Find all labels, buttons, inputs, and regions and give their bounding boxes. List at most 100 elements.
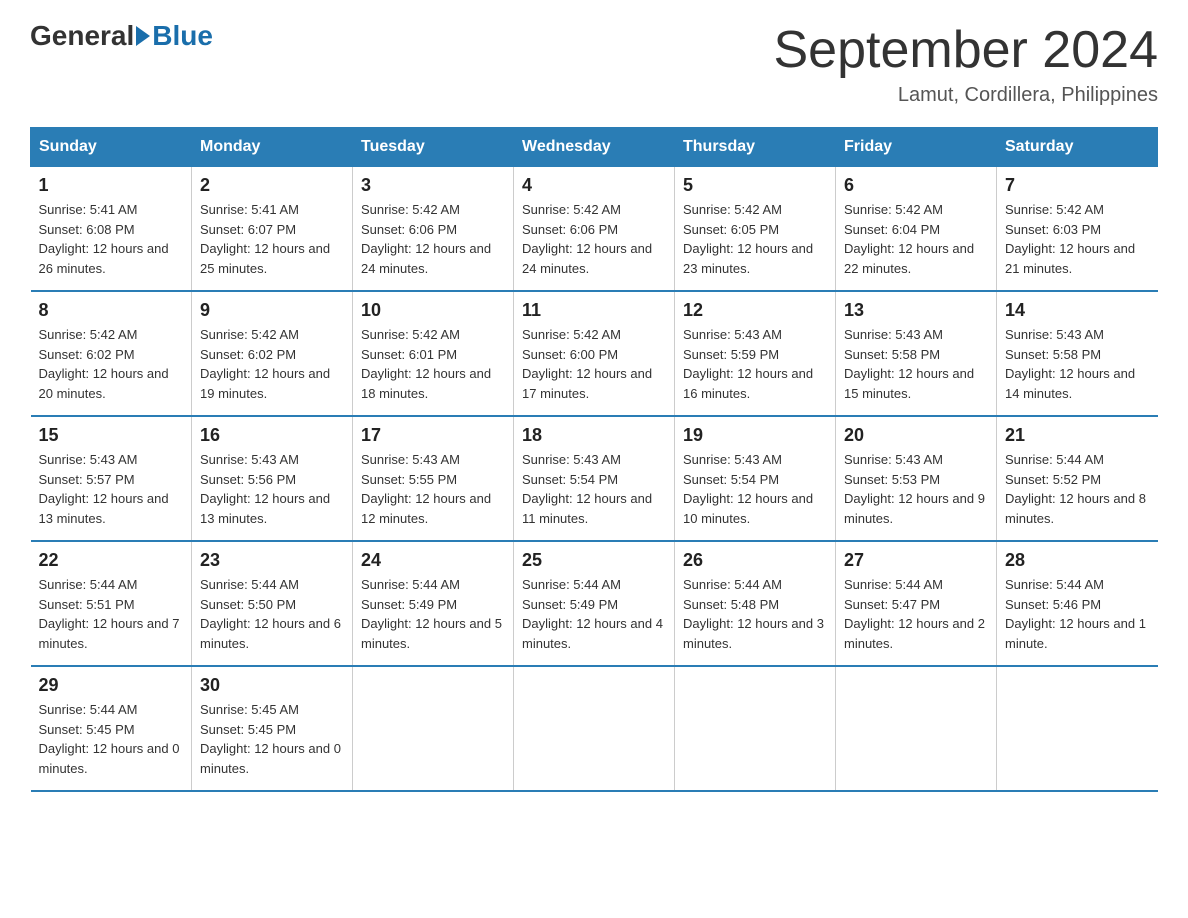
logo-arrow-icon [136, 26, 150, 46]
calendar-cell: 27 Sunrise: 5:44 AMSunset: 5:47 PMDaylig… [836, 541, 997, 666]
day-info: Sunrise: 5:44 AMSunset: 5:49 PMDaylight:… [361, 575, 505, 653]
day-number: 6 [844, 175, 988, 196]
calendar-cell: 9 Sunrise: 5:42 AMSunset: 6:02 PMDayligh… [192, 291, 353, 416]
logo: General Blue [30, 20, 213, 52]
calendar-cell [353, 666, 514, 791]
calendar-cell: 17 Sunrise: 5:43 AMSunset: 5:55 PMDaylig… [353, 416, 514, 541]
header-sunday: Sunday [31, 128, 192, 167]
logo-blue-text: Blue [152, 20, 213, 52]
day-info: Sunrise: 5:41 AMSunset: 6:08 PMDaylight:… [39, 200, 184, 278]
day-info: Sunrise: 5:41 AMSunset: 6:07 PMDaylight:… [200, 200, 344, 278]
week-row-3: 15 Sunrise: 5:43 AMSunset: 5:57 PMDaylig… [31, 416, 1158, 541]
header-row: Sunday Monday Tuesday Wednesday Thursday… [31, 128, 1158, 167]
calendar-cell [675, 666, 836, 791]
calendar-cell: 7 Sunrise: 5:42 AMSunset: 6:03 PMDayligh… [997, 167, 1158, 292]
calendar-cell: 13 Sunrise: 5:43 AMSunset: 5:58 PMDaylig… [836, 291, 997, 416]
calendar-cell [514, 666, 675, 791]
day-info: Sunrise: 5:42 AMSunset: 6:06 PMDaylight:… [522, 200, 666, 278]
calendar-cell [836, 666, 997, 791]
day-number: 12 [683, 300, 827, 321]
week-row-1: 1 Sunrise: 5:41 AMSunset: 6:08 PMDayligh… [31, 167, 1158, 292]
calendar-cell: 21 Sunrise: 5:44 AMSunset: 5:52 PMDaylig… [997, 416, 1158, 541]
day-number: 2 [200, 175, 344, 196]
calendar-cell: 30 Sunrise: 5:45 AMSunset: 5:45 PMDaylig… [192, 666, 353, 791]
day-info: Sunrise: 5:44 AMSunset: 5:48 PMDaylight:… [683, 575, 827, 653]
day-number: 24 [361, 550, 505, 571]
calendar-cell: 8 Sunrise: 5:42 AMSunset: 6:02 PMDayligh… [31, 291, 192, 416]
calendar-cell: 26 Sunrise: 5:44 AMSunset: 5:48 PMDaylig… [675, 541, 836, 666]
day-number: 4 [522, 175, 666, 196]
day-info: Sunrise: 5:42 AMSunset: 6:03 PMDaylight:… [1005, 200, 1150, 278]
day-number: 18 [522, 425, 666, 446]
calendar-cell: 25 Sunrise: 5:44 AMSunset: 5:49 PMDaylig… [514, 541, 675, 666]
day-number: 9 [200, 300, 344, 321]
day-info: Sunrise: 5:43 AMSunset: 5:55 PMDaylight:… [361, 450, 505, 528]
day-info: Sunrise: 5:44 AMSunset: 5:47 PMDaylight:… [844, 575, 988, 653]
calendar-cell: 6 Sunrise: 5:42 AMSunset: 6:04 PMDayligh… [836, 167, 997, 292]
day-info: Sunrise: 5:43 AMSunset: 5:57 PMDaylight:… [39, 450, 184, 528]
header-wednesday: Wednesday [514, 128, 675, 167]
logo-general-text: General [30, 20, 134, 52]
day-number: 22 [39, 550, 184, 571]
calendar-cell: 20 Sunrise: 5:43 AMSunset: 5:53 PMDaylig… [836, 416, 997, 541]
day-info: Sunrise: 5:44 AMSunset: 5:50 PMDaylight:… [200, 575, 344, 653]
calendar-cell: 1 Sunrise: 5:41 AMSunset: 6:08 PMDayligh… [31, 167, 192, 292]
day-info: Sunrise: 5:43 AMSunset: 5:58 PMDaylight:… [844, 325, 988, 403]
week-row-5: 29 Sunrise: 5:44 AMSunset: 5:45 PMDaylig… [31, 666, 1158, 791]
header-friday: Friday [836, 128, 997, 167]
day-number: 21 [1005, 425, 1150, 446]
day-info: Sunrise: 5:42 AMSunset: 6:02 PMDaylight:… [200, 325, 344, 403]
calendar-cell: 23 Sunrise: 5:44 AMSunset: 5:50 PMDaylig… [192, 541, 353, 666]
header-saturday: Saturday [997, 128, 1158, 167]
day-info: Sunrise: 5:44 AMSunset: 5:45 PMDaylight:… [39, 700, 184, 778]
calendar-cell [997, 666, 1158, 791]
day-info: Sunrise: 5:44 AMSunset: 5:52 PMDaylight:… [1005, 450, 1150, 528]
calendar-cell: 29 Sunrise: 5:44 AMSunset: 5:45 PMDaylig… [31, 666, 192, 791]
day-number: 11 [522, 300, 666, 321]
calendar-cell: 24 Sunrise: 5:44 AMSunset: 5:49 PMDaylig… [353, 541, 514, 666]
day-info: Sunrise: 5:42 AMSunset: 6:04 PMDaylight:… [844, 200, 988, 278]
calendar-table: Sunday Monday Tuesday Wednesday Thursday… [30, 127, 1158, 792]
location: Lamut, Cordillera, Philippines [774, 84, 1159, 107]
calendar-cell: 2 Sunrise: 5:41 AMSunset: 6:07 PMDayligh… [192, 167, 353, 292]
header-tuesday: Tuesday [353, 128, 514, 167]
calendar-cell: 10 Sunrise: 5:42 AMSunset: 6:01 PMDaylig… [353, 291, 514, 416]
logo-text: General Blue [30, 20, 213, 52]
day-number: 7 [1005, 175, 1150, 196]
day-number: 26 [683, 550, 827, 571]
day-number: 15 [39, 425, 184, 446]
day-info: Sunrise: 5:42 AMSunset: 6:02 PMDaylight:… [39, 325, 184, 403]
week-row-2: 8 Sunrise: 5:42 AMSunset: 6:02 PMDayligh… [31, 291, 1158, 416]
day-info: Sunrise: 5:43 AMSunset: 5:58 PMDaylight:… [1005, 325, 1150, 403]
calendar-cell: 28 Sunrise: 5:44 AMSunset: 5:46 PMDaylig… [997, 541, 1158, 666]
calendar-cell: 5 Sunrise: 5:42 AMSunset: 6:05 PMDayligh… [675, 167, 836, 292]
day-number: 27 [844, 550, 988, 571]
month-title: September 2024 [774, 20, 1159, 80]
day-info: Sunrise: 5:44 AMSunset: 5:46 PMDaylight:… [1005, 575, 1150, 653]
day-number: 28 [1005, 550, 1150, 571]
day-info: Sunrise: 5:43 AMSunset: 5:59 PMDaylight:… [683, 325, 827, 403]
calendar-cell: 15 Sunrise: 5:43 AMSunset: 5:57 PMDaylig… [31, 416, 192, 541]
day-number: 19 [683, 425, 827, 446]
day-number: 30 [200, 675, 344, 696]
day-info: Sunrise: 5:45 AMSunset: 5:45 PMDaylight:… [200, 700, 344, 778]
calendar-cell: 4 Sunrise: 5:42 AMSunset: 6:06 PMDayligh… [514, 167, 675, 292]
day-number: 17 [361, 425, 505, 446]
day-number: 10 [361, 300, 505, 321]
day-number: 16 [200, 425, 344, 446]
day-number: 20 [844, 425, 988, 446]
header-monday: Monday [192, 128, 353, 167]
day-info: Sunrise: 5:42 AMSunset: 6:05 PMDaylight:… [683, 200, 827, 278]
day-info: Sunrise: 5:44 AMSunset: 5:51 PMDaylight:… [39, 575, 184, 653]
day-info: Sunrise: 5:44 AMSunset: 5:49 PMDaylight:… [522, 575, 666, 653]
day-number: 29 [39, 675, 184, 696]
title-section: September 2024 Lamut, Cordillera, Philip… [774, 20, 1159, 107]
day-number: 13 [844, 300, 988, 321]
calendar-cell: 14 Sunrise: 5:43 AMSunset: 5:58 PMDaylig… [997, 291, 1158, 416]
day-info: Sunrise: 5:43 AMSunset: 5:54 PMDaylight:… [522, 450, 666, 528]
week-row-4: 22 Sunrise: 5:44 AMSunset: 5:51 PMDaylig… [31, 541, 1158, 666]
day-info: Sunrise: 5:42 AMSunset: 6:06 PMDaylight:… [361, 200, 505, 278]
calendar-cell: 16 Sunrise: 5:43 AMSunset: 5:56 PMDaylig… [192, 416, 353, 541]
day-number: 5 [683, 175, 827, 196]
calendar-cell: 22 Sunrise: 5:44 AMSunset: 5:51 PMDaylig… [31, 541, 192, 666]
